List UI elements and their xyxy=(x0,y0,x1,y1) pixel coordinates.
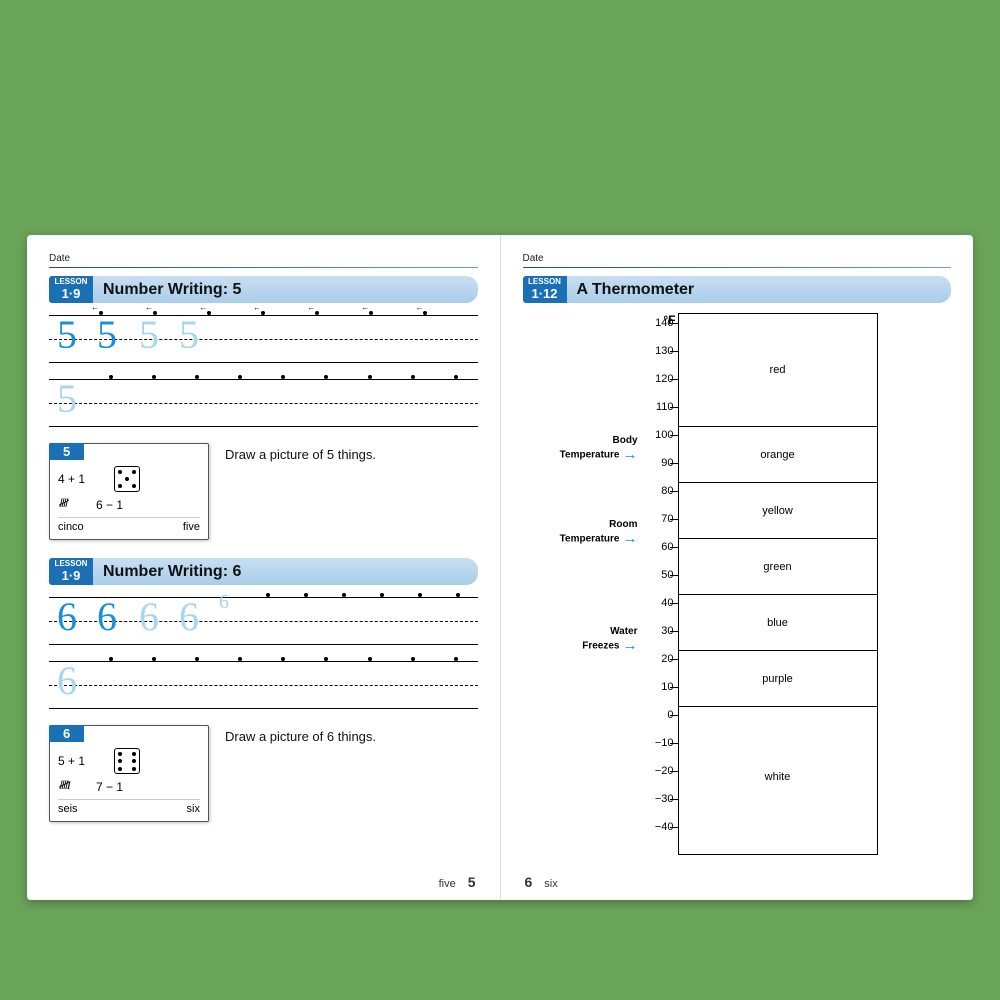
start-dots xyxy=(49,593,478,597)
lesson-number: 1·12 xyxy=(523,287,567,301)
tick-mark xyxy=(670,463,678,464)
thermo-scale: °F 1401301201101009080706050403020100−10… xyxy=(638,313,678,855)
date-rule xyxy=(523,267,952,268)
tick-mark xyxy=(670,379,678,380)
writing-line-5a: 5 5 5 5 ←←←←←←← xyxy=(49,309,478,369)
draw-prompt: Draw a picture of 5 things. xyxy=(225,443,376,462)
trace-digit: 5 xyxy=(57,311,77,358)
tick-mark xyxy=(670,771,678,772)
number-card-6: 6 5 + 1 𝍸 I 7 − 1 xyxy=(49,725,209,822)
tick-mark xyxy=(670,743,678,744)
card-eq2: 7 − 1 xyxy=(96,780,123,794)
card-english: five xyxy=(183,521,200,533)
tick-mark xyxy=(670,435,678,436)
card-english: six xyxy=(187,803,200,815)
tally-icon: 𝍸 I xyxy=(58,776,86,797)
zone-purple: purple xyxy=(679,650,877,706)
trace-digit-faded: 5 xyxy=(179,311,199,358)
start-dots xyxy=(49,375,478,379)
tick-mark xyxy=(670,323,678,324)
trace-digit-faded: 5 xyxy=(139,311,159,358)
start-dots: ←←←←←←← xyxy=(49,311,478,315)
card-number: 5 xyxy=(49,443,84,460)
footer-word: six xyxy=(544,878,557,890)
trace-digit: 6 xyxy=(57,593,77,640)
draw-prompt: Draw a picture of 6 things. xyxy=(225,725,376,744)
trace-digit: 6 xyxy=(97,593,117,640)
footer-word: five xyxy=(439,878,456,890)
lesson-title: Number Writing: 5 xyxy=(93,276,478,303)
card-spanish: cinco xyxy=(58,521,84,533)
tick-mark xyxy=(670,519,678,520)
tick-row: −40 xyxy=(638,827,678,855)
lesson-header-6: LESSON 1·9 Number Writing: 6 xyxy=(49,558,478,585)
zone-red: red xyxy=(679,314,877,426)
tick-mark xyxy=(670,715,678,716)
tick-mark xyxy=(670,631,678,632)
page-right: Date LESSON 1·12 A Thermometer BodyTempe… xyxy=(500,235,974,900)
callout-room-temp: RoomTemperature→ xyxy=(560,520,638,546)
footer-page-number: 6 xyxy=(525,874,533,890)
lesson-badge: LESSON 1·9 xyxy=(49,558,93,585)
page-left: Date LESSON 1·9 Number Writing: 5 5 5 5 … xyxy=(27,235,500,900)
start-dots xyxy=(49,657,478,661)
tally-icon: 𝍸 xyxy=(58,494,86,515)
lesson-badge: LESSON 1·9 xyxy=(49,276,93,303)
zone-blue: blue xyxy=(679,594,877,650)
tick-mark xyxy=(670,603,678,604)
card-eq1: 4 + 1 xyxy=(58,472,104,486)
lesson-title: Number Writing: 6 xyxy=(93,558,478,585)
lesson-header-5: LESSON 1·9 Number Writing: 5 xyxy=(49,276,478,303)
card-eq2: 6 − 1 xyxy=(96,498,123,512)
callout-water-freezes: WaterFreezes→ xyxy=(582,627,637,653)
dice-icon xyxy=(114,748,140,774)
writing-line-5b: 5 xyxy=(49,373,478,433)
page-footer-right: 6 six xyxy=(525,874,558,890)
zone-yellow: yellow xyxy=(679,482,877,538)
thermo-callouts: BodyTemperature→ RoomTemperature→ WaterF… xyxy=(523,313,638,855)
date-rule xyxy=(49,267,478,268)
trace-digit: 5 xyxy=(97,311,117,358)
callout-body-temp: BodyTemperature→ xyxy=(560,436,638,462)
card-number: 6 xyxy=(49,725,84,742)
tick-mark xyxy=(670,687,678,688)
zone-green: green xyxy=(679,538,877,594)
writing-line-6b: 6 xyxy=(49,655,478,715)
trace-digit-faded: 6 xyxy=(179,593,199,640)
lesson-number: 1·9 xyxy=(49,287,93,301)
card-spanish: seis xyxy=(58,803,78,815)
tick-mark xyxy=(670,407,678,408)
card-eq1: 5 + 1 xyxy=(58,754,104,768)
workbook-spread: Date LESSON 1·9 Number Writing: 5 5 5 5 … xyxy=(27,235,973,900)
lesson-title: A Thermometer xyxy=(567,276,952,303)
tick-mark xyxy=(670,659,678,660)
card-row-6: 6 5 + 1 𝍸 I 7 − 1 xyxy=(49,725,478,822)
card-row-5: 5 4 + 1 𝍸 6 − 1 xyxy=(49,443,478,540)
trace-digit-faded: 6 xyxy=(139,593,159,640)
lesson-header-thermo: LESSON 1·12 A Thermometer xyxy=(523,276,952,303)
thermometer-diagram: BodyTemperature→ RoomTemperature→ WaterF… xyxy=(523,313,952,855)
writing-line-6a: 6 6 6 6 6 xyxy=(49,591,478,651)
tick-mark xyxy=(670,351,678,352)
tick-mark xyxy=(670,575,678,576)
tick-mark xyxy=(670,827,678,828)
trace-digit-faded: 5 xyxy=(57,375,77,422)
lesson-badge: LESSON 1·12 xyxy=(523,276,567,303)
thermo-zones: redorangeyellowgreenbluepurplewhite xyxy=(678,313,878,855)
tick-mark xyxy=(670,547,678,548)
zone-white: white xyxy=(679,706,877,846)
lesson-number: 1·9 xyxy=(49,569,93,583)
date-label: Date xyxy=(523,253,952,264)
footer-page-number: 5 xyxy=(468,874,476,890)
number-card-5: 5 4 + 1 𝍸 6 − 1 xyxy=(49,443,209,540)
trace-digit-faded: 6 xyxy=(57,657,77,704)
tick-mark xyxy=(670,799,678,800)
zone-orange: orange xyxy=(679,426,877,482)
dice-icon xyxy=(114,466,140,492)
tick-mark xyxy=(670,491,678,492)
page-footer-left: five 5 xyxy=(439,874,476,890)
date-label: Date xyxy=(49,253,478,264)
